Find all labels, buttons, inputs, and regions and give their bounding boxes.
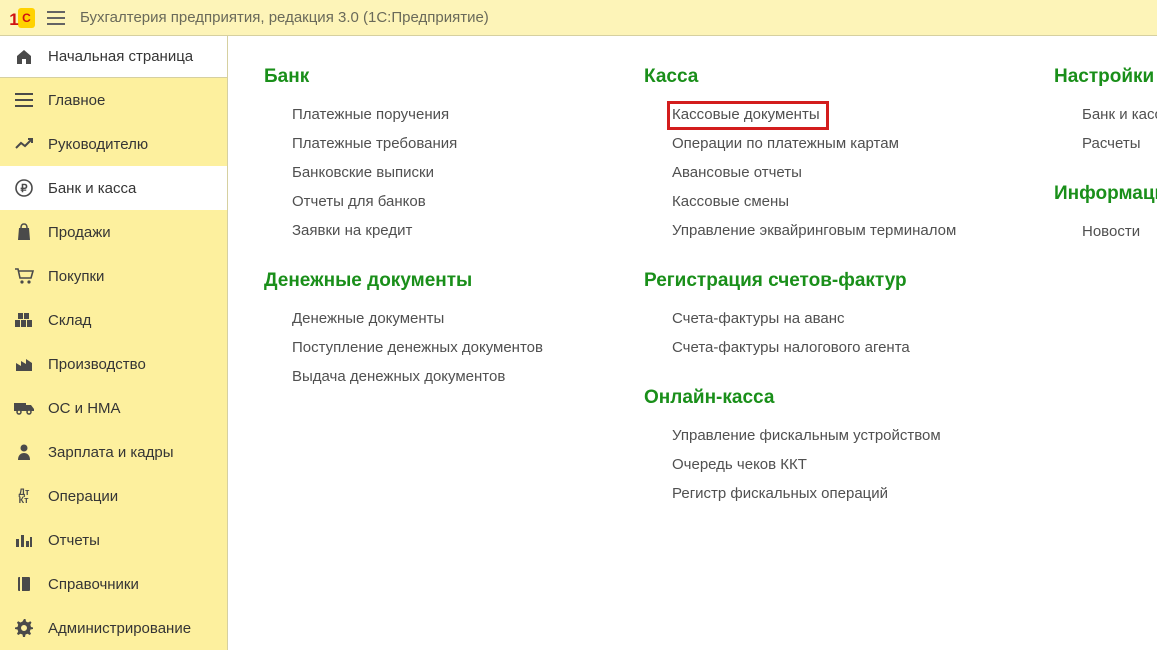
sidebar-item-assets[interactable]: ОС и НМА	[0, 386, 227, 430]
link-card-operations[interactable]: Операции по платежным картам	[672, 135, 899, 153]
section-title: Денежные документы	[264, 270, 604, 292]
sidebar-item-label: Продажи	[48, 224, 111, 241]
sidebar-item-label: Склад	[48, 312, 91, 329]
link-receipt-queue[interactable]: Очередь чеков ККТ	[672, 456, 807, 474]
link-bank-statements[interactable]: Банковские выписки	[292, 164, 434, 182]
sidebar-item-salary[interactable]: Зарплата и кадры	[0, 430, 227, 474]
link-acquiring-terminal[interactable]: Управление эквайринговым терминалом	[672, 222, 956, 240]
sidebar-item-label: Покупки	[48, 268, 104, 285]
sidebar-item-label: Отчеты	[48, 532, 100, 549]
link-settings-payments[interactable]: Расчеты	[1082, 135, 1141, 153]
sidebar-item-main[interactable]: Главное	[0, 78, 227, 122]
bars-icon	[14, 530, 34, 550]
link-credit-requests[interactable]: Заявки на кредит	[292, 222, 412, 240]
link-payment-orders[interactable]: Платежные поручения	[292, 106, 449, 124]
sidebar-item-manager[interactable]: Руководителю	[0, 122, 227, 166]
section-title: Касса	[644, 66, 1014, 88]
section-title: Настройки	[1054, 66, 1157, 88]
section-cash: Касса Кассовые документы Операции по пла…	[644, 66, 1014, 240]
section-money-docs: Денежные документы Денежные документы По…	[264, 270, 604, 386]
sidebar-item-label: Операции	[48, 488, 118, 505]
link-payment-demands[interactable]: Платежные требования	[292, 135, 457, 153]
link-money-docs-out[interactable]: Выдача денежных документов	[292, 368, 505, 386]
window-title: Бухгалтерия предприятия, редакция 3.0 (1…	[80, 9, 489, 26]
sidebar-item-label: Зарплата и кадры	[48, 444, 174, 461]
section-title: Информация	[1054, 183, 1157, 205]
menu-button[interactable]	[44, 6, 68, 30]
sidebar-item-label: Производство	[48, 356, 146, 373]
sidebar-item-label: Главное	[48, 92, 105, 109]
link-cash-documents[interactable]: Кассовые документы	[667, 101, 829, 130]
sidebar-item-admin[interactable]: Администрирование	[0, 606, 227, 650]
link-bank-reports[interactable]: Отчеты для банков	[292, 193, 426, 211]
bag-icon	[14, 222, 34, 242]
sidebar-item-label: Справочники	[48, 576, 139, 593]
titlebar: С 1 Бухгалтерия предприятия, редакция 3.…	[0, 0, 1157, 36]
sidebar: Начальная страница Главное Руководителю …	[0, 36, 228, 650]
sidebar-item-production[interactable]: Производство	[0, 342, 227, 386]
ruble-icon: ₽	[14, 178, 34, 198]
dtkt-icon: ДтКт	[14, 486, 34, 506]
sidebar-home-label: Начальная страница	[48, 48, 193, 65]
section-settings: Настройки Банк и касса Расчеты	[1054, 66, 1157, 153]
link-tax-agent-invoices[interactable]: Счета-фактуры налогового агента	[672, 339, 910, 357]
svg-text:1: 1	[9, 10, 18, 28]
sidebar-item-bank-cash[interactable]: ₽ Банк и касса	[0, 166, 227, 210]
link-fiscal-register[interactable]: Регистр фискальных операций	[672, 485, 888, 503]
sidebar-item-label: Банк и касса	[48, 180, 136, 197]
sidebar-item-sales[interactable]: Продажи	[0, 210, 227, 254]
app-logo: С 1	[8, 7, 36, 29]
section-bank: Банк Платежные поручения Платежные требо…	[264, 66, 604, 240]
link-fiscal-device[interactable]: Управление фискальным устройством	[672, 427, 941, 445]
link-advance-reports[interactable]: Авансовые отчеты	[672, 164, 802, 182]
sidebar-item-purchases[interactable]: Покупки	[0, 254, 227, 298]
person-icon	[14, 442, 34, 462]
section-title: Регистрация счетов-фактур	[644, 270, 1014, 292]
book-icon	[14, 574, 34, 594]
link-advance-invoices[interactable]: Счета-фактуры на аванс	[672, 310, 845, 328]
sidebar-item-label: ОС и НМА	[48, 400, 121, 417]
factory-icon	[14, 354, 34, 374]
section-title: Банк	[264, 66, 604, 88]
chart-line-icon	[14, 134, 34, 154]
link-settings-bank-cash[interactable]: Банк и касса	[1082, 106, 1157, 124]
sidebar-item-label: Администрирование	[48, 620, 191, 637]
menu-icon	[14, 90, 34, 110]
section-invoice-reg: Регистрация счетов-фактур Счета-фактуры …	[644, 270, 1014, 357]
section-info: Информация Новости	[1054, 183, 1157, 241]
svg-text:₽: ₽	[21, 183, 28, 195]
sidebar-item-operations[interactable]: ДтКт Операции	[0, 474, 227, 518]
cart-icon	[14, 266, 34, 286]
sidebar-item-directories[interactable]: Справочники	[0, 562, 227, 606]
link-money-docs[interactable]: Денежные документы	[292, 310, 444, 328]
section-title: Онлайн-касса	[644, 387, 1014, 409]
home-icon	[14, 47, 34, 67]
truck-icon	[14, 398, 34, 418]
sidebar-item-label: Руководителю	[48, 136, 148, 153]
link-money-docs-in[interactable]: Поступление денежных документов	[292, 339, 543, 357]
section-online-cash: Онлайн-касса Управление фискальным устро…	[644, 387, 1014, 503]
sidebar-home[interactable]: Начальная страница	[0, 36, 227, 78]
warehouse-icon	[14, 310, 34, 330]
gear-icon	[14, 618, 34, 638]
link-cash-shifts[interactable]: Кассовые смены	[672, 193, 789, 211]
sidebar-item-warehouse[interactable]: Склад	[0, 298, 227, 342]
link-news[interactable]: Новости	[1082, 223, 1140, 241]
svg-text:С: С	[22, 11, 31, 25]
sidebar-item-reports[interactable]: Отчеты	[0, 518, 227, 562]
main-panel: Банк Платежные поручения Платежные требо…	[228, 36, 1157, 650]
